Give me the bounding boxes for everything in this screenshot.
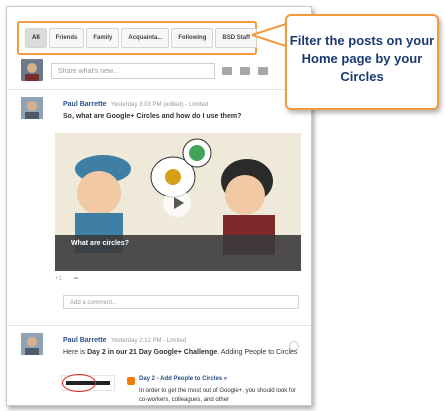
post-text-prefix: Here is [63, 349, 88, 356]
tab-family[interactable]: Family [86, 28, 120, 48]
photo-icon[interactable] [222, 67, 232, 75]
post-author-name[interactable]: Paul Barrette [63, 337, 107, 344]
post-author-name[interactable]: Paul Barrette [63, 101, 107, 108]
video-thumbnail[interactable]: What are circles? [55, 133, 301, 271]
stream-panel: All Friends Family Acquainta... Followin… [6, 6, 312, 406]
event-icon[interactable] [258, 67, 268, 75]
share-arrow-icon[interactable]: ➦ [74, 276, 79, 282]
divider [7, 325, 311, 326]
link-description: In order to get the most out of Google+,… [139, 388, 296, 403]
comment-input[interactable]: Add a comment... [63, 295, 299, 309]
tab-friends[interactable]: Friends [48, 28, 85, 48]
avatar-photo-icon [21, 97, 43, 119]
video-icon[interactable] [240, 67, 250, 75]
play-icon [174, 197, 184, 209]
post-author-avatar[interactable] [21, 333, 43, 355]
post-author-avatar[interactable] [21, 97, 43, 119]
tab-acquaintances[interactable]: Acquainta... [121, 28, 170, 48]
post-text-bold: Day 2 in our 21 Day Google+ Challenge [87, 349, 218, 356]
thumbnail-highlight-ring [62, 374, 96, 392]
plus-one-button[interactable]: +1 [55, 276, 62, 282]
callout-box: Filter the posts on your Home page by yo… [285, 14, 439, 110]
post-text: Here is Day 2 in our 21 Day Google+ Chal… [63, 349, 297, 356]
avatar [21, 59, 43, 81]
tab-all[interactable]: All [25, 28, 47, 48]
post-text-suffix: . Adding People to Circles [217, 349, 298, 356]
link-thumbnail[interactable] [61, 374, 115, 392]
divider [7, 89, 311, 90]
share-input[interactable]: Share what's new... [51, 63, 215, 79]
post-meta: Yesterday 2:12 PM - Limited [111, 338, 187, 344]
circle-filter-highlight: All Friends Family Acquainta... Followin… [17, 21, 259, 55]
tab-following[interactable]: Following [171, 28, 214, 48]
play-button[interactable] [163, 189, 191, 217]
link-title[interactable]: Day 2 - Add People to Circles » [139, 376, 227, 382]
post-actions: +1 ➦ [55, 275, 79, 282]
tab-bsd-staff[interactable]: BSD Staff [215, 28, 258, 48]
circle-filter-tabs: All Friends Family Acquainta... Followin… [25, 28, 259, 48]
post-meta: Yesterday 3:03 PM (edited) - Limited [111, 102, 209, 108]
video-title: What are circles? [71, 240, 129, 247]
post-text: So, what are Google+ Circles and how do … [63, 113, 242, 120]
avatar-photo-icon [21, 59, 43, 81]
callout-text: Filter the posts on your Home page by yo… [289, 33, 435, 84]
blogger-icon [127, 377, 135, 385]
avatar-photo-icon [21, 333, 43, 355]
